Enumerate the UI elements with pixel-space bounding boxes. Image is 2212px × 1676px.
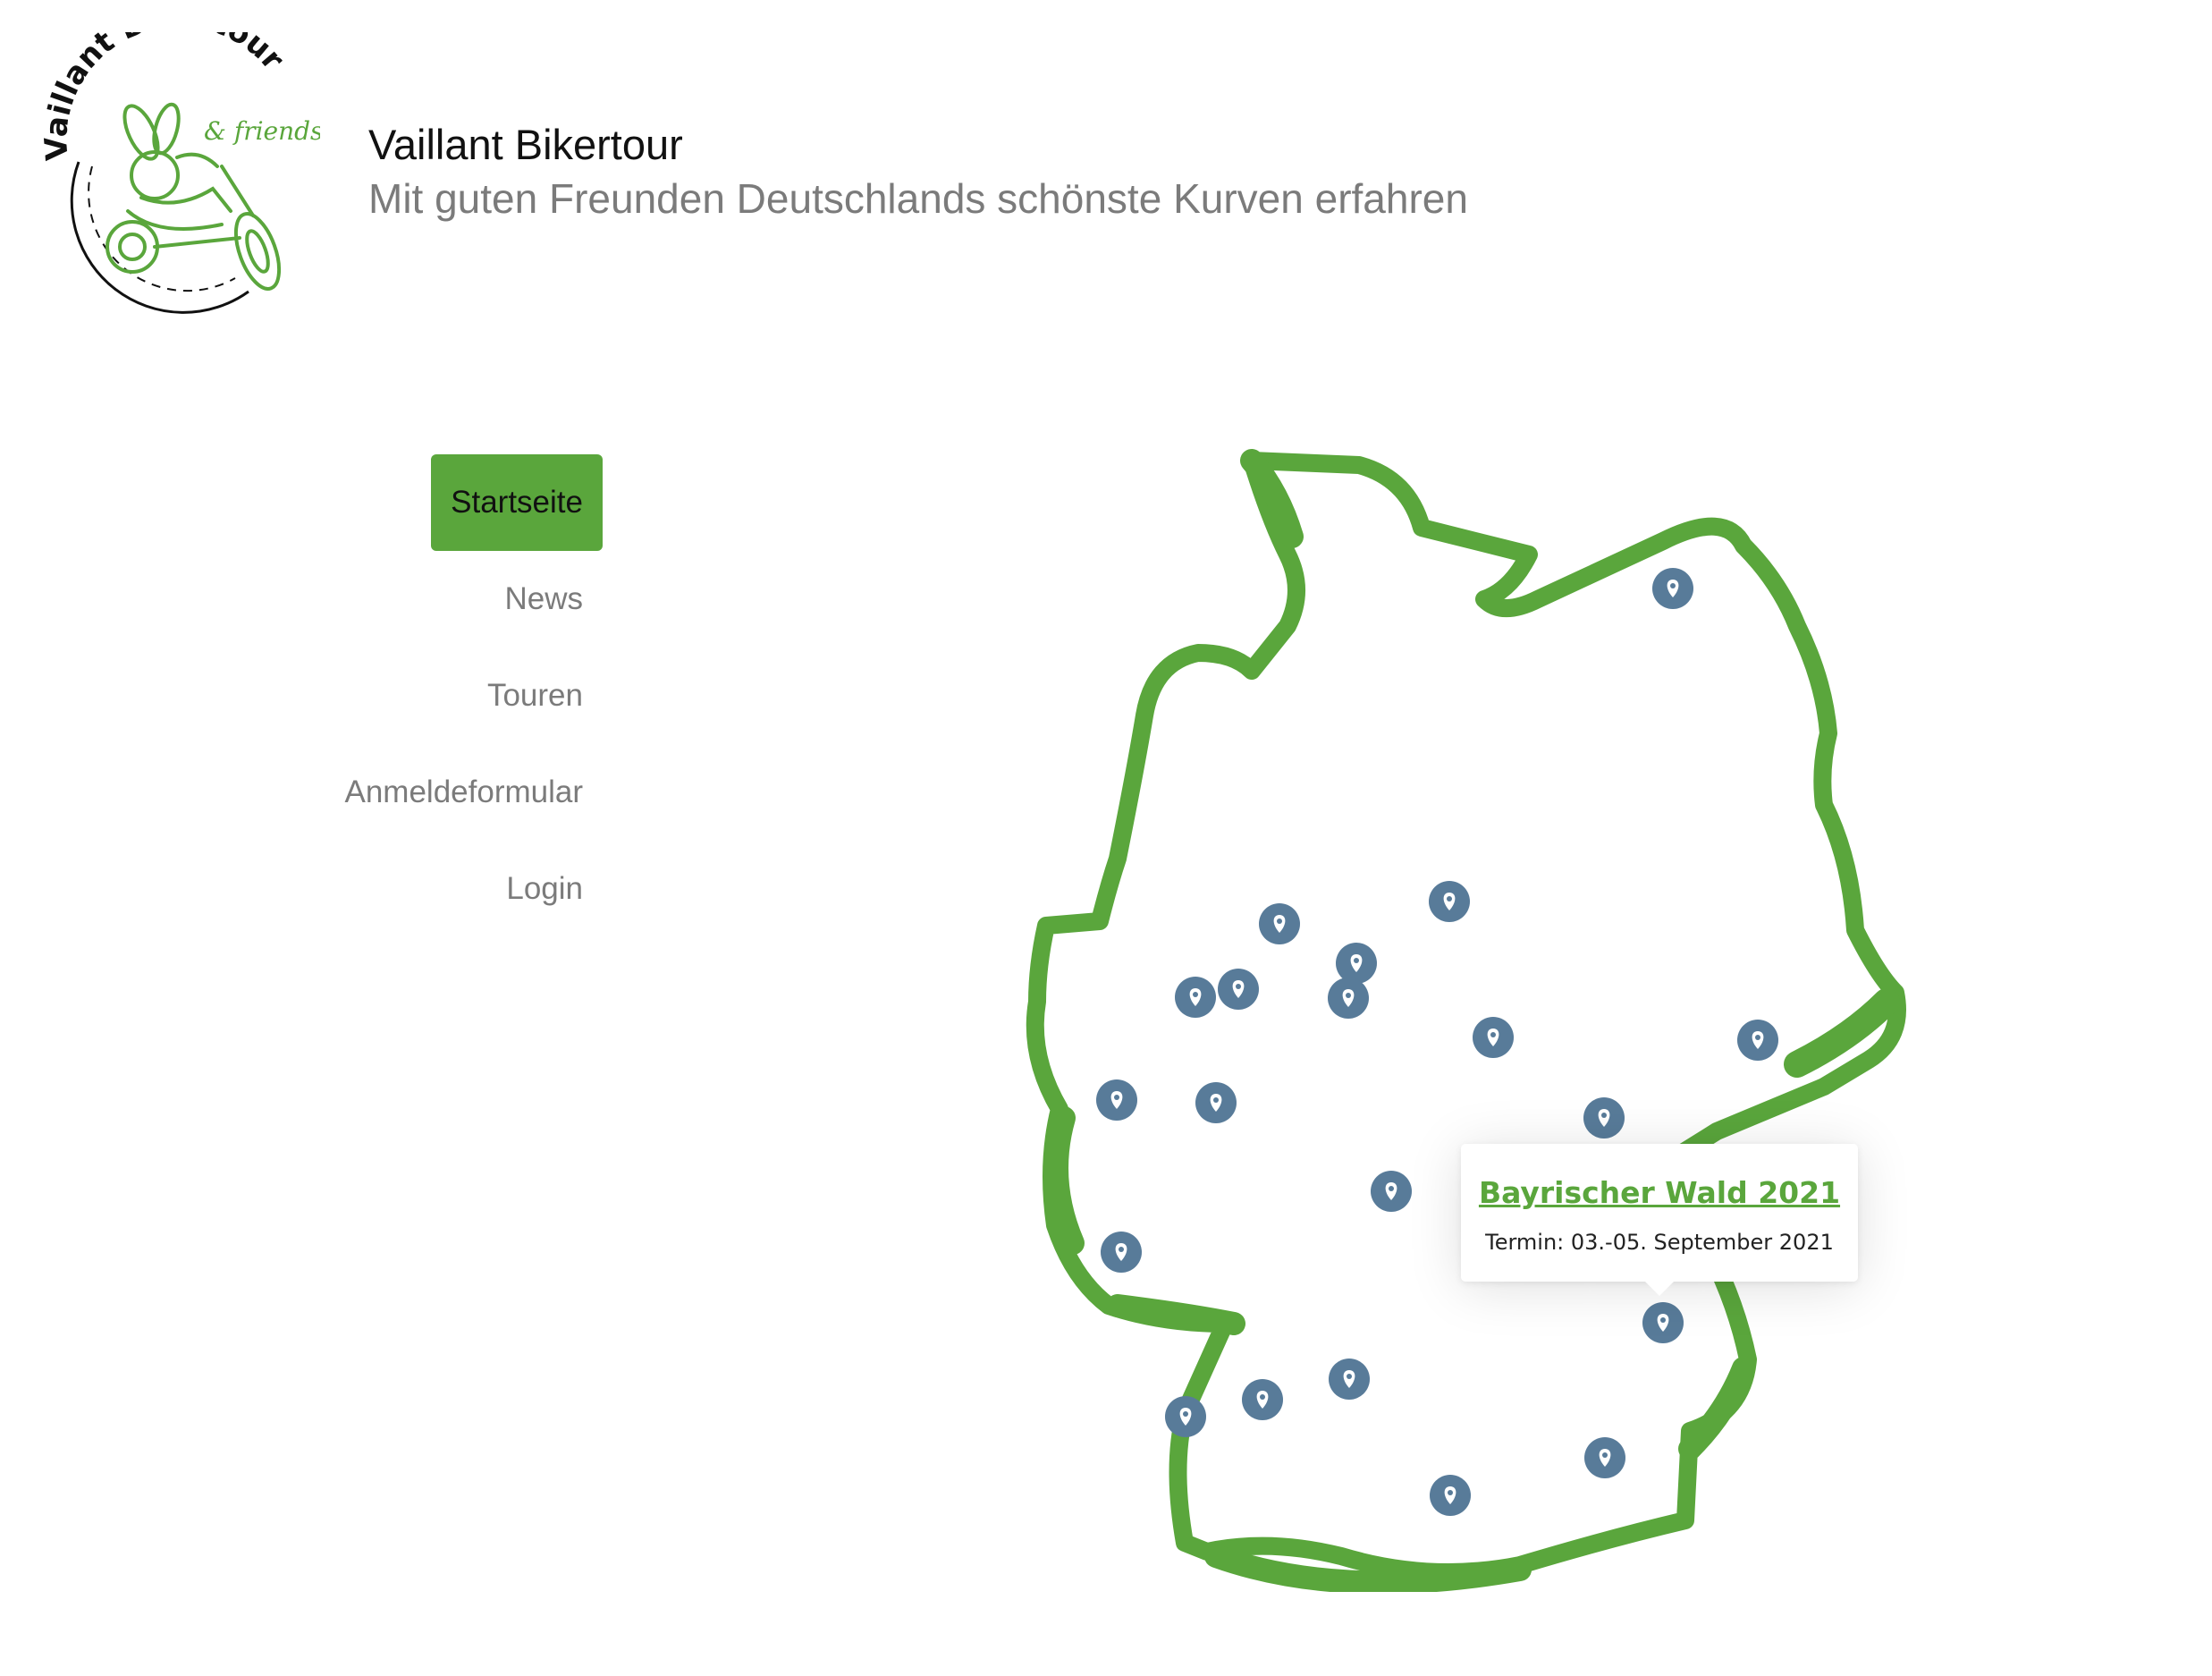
- map-marker[interactable]: [1583, 1097, 1625, 1138]
- map-marker[interactable]: [1473, 1017, 1514, 1058]
- map-marker[interactable]: [1430, 1475, 1471, 1516]
- map-marker[interactable]: [1328, 978, 1369, 1019]
- map-marker[interactable]: [1195, 1082, 1237, 1123]
- map-marker[interactable]: [1329, 1359, 1370, 1400]
- popup-date: Termin: 03.-05. September 2021: [1485, 1230, 1834, 1255]
- site-title[interactable]: Vaillant Bikertour: [368, 120, 683, 169]
- site-logo[interactable]: Vaillant Bikertour & friends: [43, 32, 320, 315]
- map-marker[interactable]: [1429, 881, 1470, 922]
- map-marker[interactable]: [1096, 1079, 1137, 1121]
- map-marker[interactable]: [1175, 977, 1216, 1018]
- nav-item-startseite[interactable]: Startseite: [431, 454, 603, 551]
- nav-item-anmeldeformular[interactable]: Anmeldeformular: [245, 744, 603, 841]
- germany-map: [1026, 449, 1906, 1592]
- map-marker[interactable]: [1218, 969, 1259, 1010]
- nav-item-touren[interactable]: Touren: [245, 648, 603, 744]
- map-marker[interactable]: [1336, 943, 1377, 984]
- nav-item-login[interactable]: Login: [245, 841, 603, 937]
- map-marker[interactable]: [1652, 568, 1693, 609]
- map-marker[interactable]: [1101, 1232, 1142, 1273]
- map-marker[interactable]: [1165, 1396, 1206, 1437]
- map-marker[interactable]: [1242, 1379, 1283, 1420]
- map-marker[interactable]: [1584, 1437, 1625, 1478]
- map-marker[interactable]: [1259, 903, 1300, 944]
- map-marker[interactable]: [1371, 1171, 1412, 1212]
- main-nav: Startseite News Touren Anmeldeformular L…: [245, 454, 603, 937]
- germany-outline: [1026, 452, 1906, 1581]
- site-subtitle: Mit guten Freunden Deutschlands schönste…: [368, 175, 1468, 222]
- map-popup: Bayrischer Wald 2021 Termin: 03.-05. Sep…: [1461, 1144, 1858, 1296]
- map-marker[interactable]: [1737, 1020, 1778, 1061]
- map-marker[interactable]: [1642, 1302, 1684, 1343]
- popup-tour-link[interactable]: Bayrischer Wald 2021: [1461, 1175, 1858, 1210]
- nav-item-news[interactable]: News: [245, 551, 603, 648]
- logo-friends-text: & friends: [204, 116, 320, 146]
